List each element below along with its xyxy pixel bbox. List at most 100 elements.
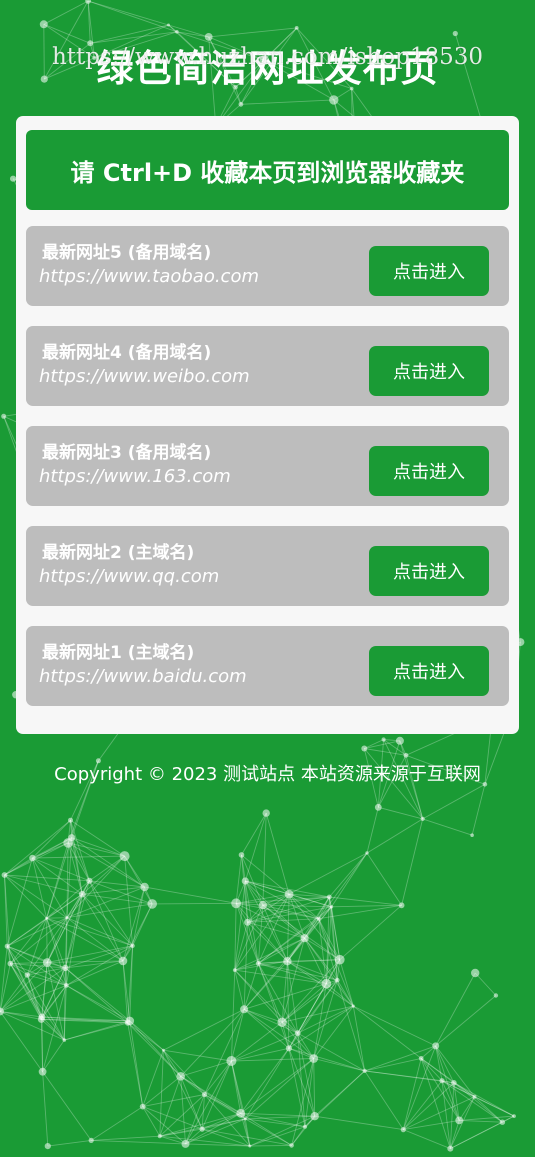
network-line — [313, 1058, 365, 1072]
network-node — [309, 1054, 319, 1063]
network-line — [91, 1139, 186, 1145]
network-line — [435, 995, 497, 1047]
network-line — [286, 894, 290, 962]
network-node — [432, 1042, 440, 1050]
enter-button[interactable]: 点击进入 — [369, 346, 489, 396]
url-card-link[interactable]: https://www.taobao.com — [39, 266, 259, 287]
network-node — [321, 978, 332, 989]
network-node — [130, 943, 135, 948]
network-node — [236, 1108, 246, 1118]
network-node — [248, 1144, 252, 1148]
network-line — [257, 963, 283, 1023]
network-node — [68, 817, 73, 823]
network-node — [471, 968, 480, 978]
url-card: 最新网址4 (备用域名) https://www.weibo.com 点击进入 — [26, 326, 509, 406]
network-node — [38, 1067, 47, 1076]
network-line — [204, 1009, 245, 1095]
network-node — [472, 1094, 477, 1099]
url-card: 最新网址3 (备用域名) https://www.163.com 点击进入 — [26, 426, 509, 506]
network-node — [262, 809, 270, 817]
network-node — [139, 1103, 146, 1110]
network-line — [66, 917, 124, 962]
network-line — [241, 812, 267, 856]
network-node — [147, 899, 157, 909]
network-node — [39, 20, 48, 29]
network-line — [403, 1129, 451, 1150]
network-line — [366, 852, 402, 906]
network-line — [208, 27, 297, 38]
network-line — [159, 1076, 182, 1137]
network-node — [7, 960, 14, 967]
network-line — [249, 1144, 292, 1147]
enter-button[interactable]: 点击进入 — [369, 646, 489, 696]
network-node — [258, 901, 267, 910]
network-line — [328, 852, 368, 898]
network-node — [310, 1112, 319, 1121]
network-line — [42, 1071, 92, 1141]
network-line — [32, 819, 71, 859]
enter-button[interactable]: 点击进入 — [369, 446, 489, 496]
network-node — [226, 1056, 237, 1066]
network-node — [374, 803, 382, 811]
network-node — [181, 1139, 190, 1148]
bookmark-notice: 请 Ctrl+D 收藏本页到浏览器收藏夹 — [26, 130, 509, 210]
network-line — [230, 1060, 251, 1147]
network-node — [335, 954, 345, 965]
network-line — [231, 1058, 314, 1062]
network-line — [459, 1115, 515, 1121]
network-node — [231, 898, 242, 909]
network-node — [238, 101, 244, 107]
url-panel: 请 Ctrl+D 收藏本页到浏览器收藏夹 最新网址5 (备用域名) https:… — [16, 116, 519, 734]
network-line — [132, 886, 146, 946]
network-line — [180, 1008, 245, 1077]
network-line — [244, 812, 267, 882]
network-line — [244, 1048, 290, 1120]
network-line — [258, 962, 338, 981]
network-line — [132, 903, 153, 946]
network-node — [157, 1134, 162, 1139]
network-node — [4, 943, 10, 949]
url-card: 最新网址5 (备用域名) https://www.taobao.com 点击进入 — [26, 226, 509, 306]
network-line — [142, 1106, 161, 1137]
url-card-link[interactable]: https://www.163.com — [39, 466, 231, 487]
network-node — [277, 1017, 287, 1027]
network-node — [62, 964, 69, 972]
network-line — [163, 1049, 205, 1095]
network-line — [70, 819, 125, 857]
network-node — [86, 877, 93, 884]
network-line — [313, 1058, 316, 1117]
network-node — [119, 851, 130, 862]
enter-button[interactable]: 点击进入 — [369, 546, 489, 596]
url-card-link[interactable]: https://www.qq.com — [39, 566, 219, 587]
footer-copyright: Copyright © 2023 测试站点 本站资源来源于互联网 — [54, 764, 481, 785]
enter-button[interactable]: 点击进入 — [369, 246, 489, 296]
network-node — [455, 1116, 464, 1125]
network-line — [422, 818, 473, 836]
url-card-title: 最新网址3 (备用域名) — [42, 443, 212, 463]
network-node — [44, 1143, 51, 1150]
network-line — [364, 1070, 404, 1130]
network-line — [364, 748, 407, 756]
network-line — [162, 1050, 203, 1130]
network-line — [258, 937, 305, 964]
network-line — [163, 1049, 182, 1077]
url-card-link[interactable]: https://www.weibo.com — [39, 366, 250, 387]
watermark-text: https://www.huzhan.com/ishop18530 — [51, 44, 484, 70]
network-line — [243, 963, 259, 1010]
network-node — [161, 1048, 165, 1052]
network-node — [418, 1056, 424, 1061]
network-node — [232, 968, 237, 972]
network-node — [452, 30, 458, 37]
network-line — [288, 852, 368, 895]
url-card-link[interactable]: https://www.baidu.com — [39, 666, 247, 687]
network-line — [42, 1071, 49, 1147]
network-line — [364, 1057, 422, 1072]
network-line — [353, 1005, 436, 1047]
network-line — [240, 99, 334, 105]
network-line — [234, 969, 245, 1010]
network-line — [66, 945, 133, 986]
network-line — [353, 1005, 422, 1059]
network-line — [46, 917, 67, 919]
network-node — [439, 1078, 445, 1084]
network-line — [47, 1139, 92, 1147]
